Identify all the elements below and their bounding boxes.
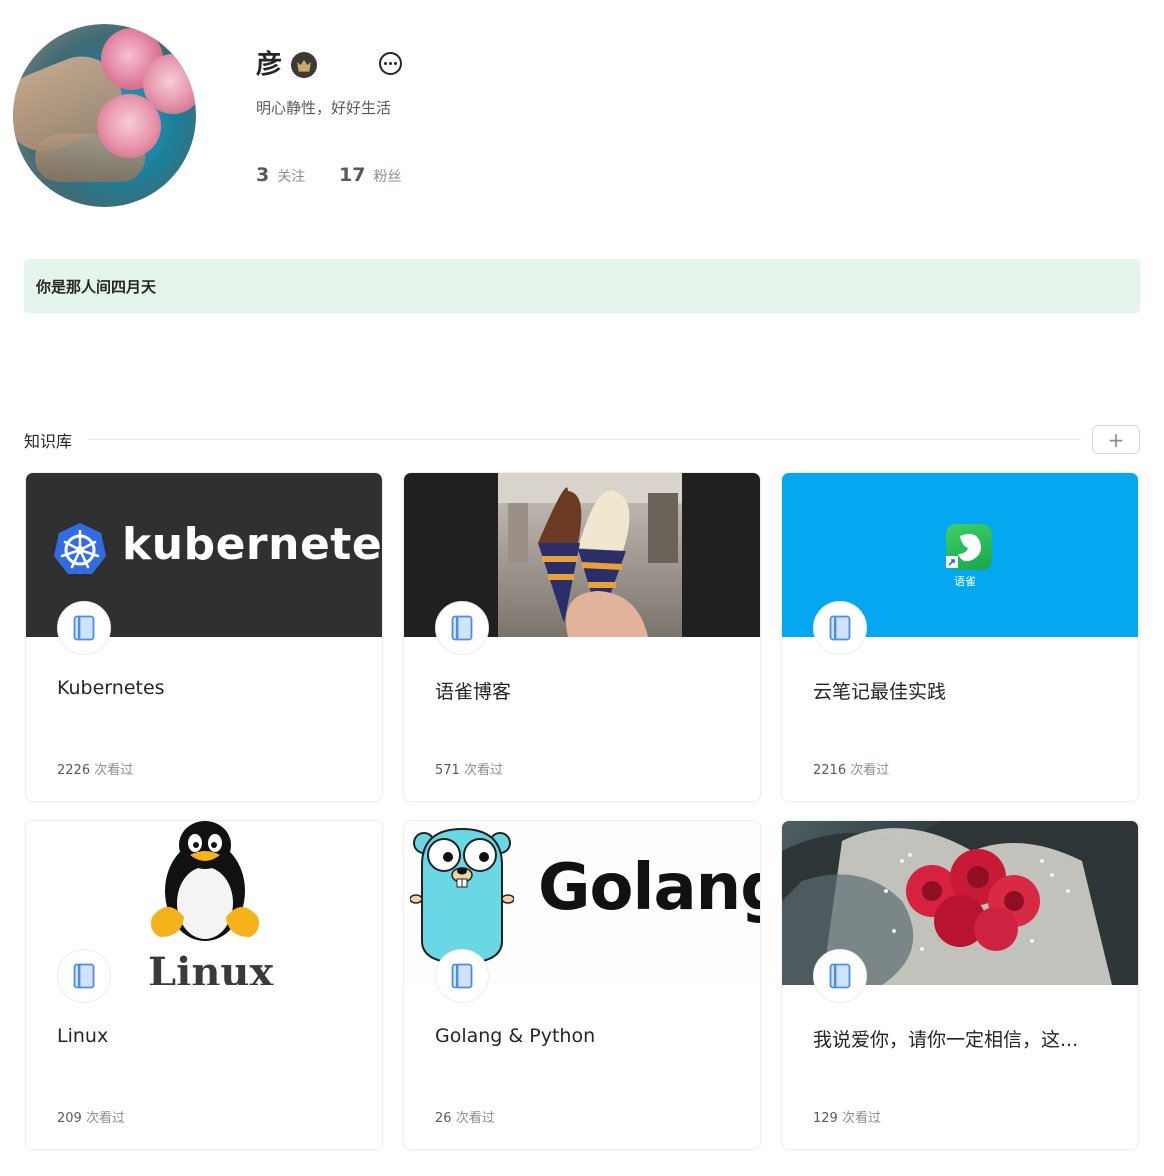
book-icon: [435, 601, 489, 655]
kubernetes-logo-icon: [54, 523, 106, 574]
crown-badge-icon: [291, 52, 317, 78]
gopher-mascot-icon: [410, 827, 514, 965]
cover-text: kubernetes: [122, 519, 382, 570]
knowledge-base-card[interactable]: Linux Linux 209 次看过: [25, 820, 383, 1150]
card-title: 语雀博客: [435, 681, 512, 703]
banner-text: 你是那人间四月天: [36, 277, 157, 296]
ice-cream-photo: [498, 473, 682, 637]
knowledge-base-card[interactable]: 语雀博客 571 次看过: [403, 472, 761, 802]
cover-text: Golang: [538, 851, 760, 925]
book-icon: [435, 949, 489, 1003]
card-title: Kubernetes: [57, 677, 165, 699]
card-view-count: 571 次看过: [435, 763, 503, 778]
card-view-count: 2216 次看过: [813, 763, 890, 778]
card-title: 我说爱你，请你一定相信，这...: [813, 1029, 1079, 1051]
yuque-app-icon: [946, 524, 992, 570]
following-count: 3: [256, 164, 270, 186]
book-icon: [813, 949, 867, 1003]
followers-label: 粉丝: [373, 169, 402, 185]
knowledge-base-card[interactable]: 语雀 云笔记最佳实践 2216 次看过: [781, 472, 1139, 802]
card-title: 云笔记最佳实践: [813, 681, 947, 703]
avatar-photo-rose: [97, 94, 161, 158]
card-view-count: 2226 次看过: [57, 763, 134, 778]
section-divider: [88, 439, 1081, 440]
card-title: Linux: [57, 1025, 109, 1047]
card-view-count: 26 次看过: [435, 1111, 495, 1126]
cover-text: 语雀: [954, 575, 976, 588]
followers-stat[interactable]: 17 粉丝: [339, 164, 401, 186]
more-options-icon[interactable]: [379, 52, 402, 75]
book-icon: [813, 601, 867, 655]
knowledge-base-card[interactable]: Golang Golang & Python 26 次看过: [403, 820, 761, 1150]
knowledge-base-card[interactable]: kubernetes Kubernetes 2226 次看过: [25, 472, 383, 802]
user-name: 彦: [256, 50, 283, 80]
tux-penguin-icon: [151, 821, 259, 941]
card-view-count: 129 次看过: [813, 1111, 881, 1126]
book-icon: [57, 601, 111, 655]
avatar: [13, 24, 196, 207]
profile-banner: 你是那人间四月天: [24, 259, 1140, 313]
section-title: 知识库: [24, 432, 73, 451]
following-stat[interactable]: 3 关注: [256, 164, 305, 186]
card-view-count: 209 次看过: [57, 1111, 125, 1126]
book-icon: [57, 949, 111, 1003]
user-bio: 明心静性，好好生活: [256, 99, 392, 117]
followers-count: 17: [339, 164, 366, 186]
knowledge-base-card[interactable]: 我说爱你，请你一定相信，这... 129 次看过: [781, 820, 1139, 1150]
card-title: Golang & Python: [435, 1025, 596, 1047]
following-label: 关注: [277, 169, 306, 185]
add-knowledge-base-button[interactable]: +: [1092, 425, 1140, 454]
cover-text: Linux: [148, 949, 274, 985]
